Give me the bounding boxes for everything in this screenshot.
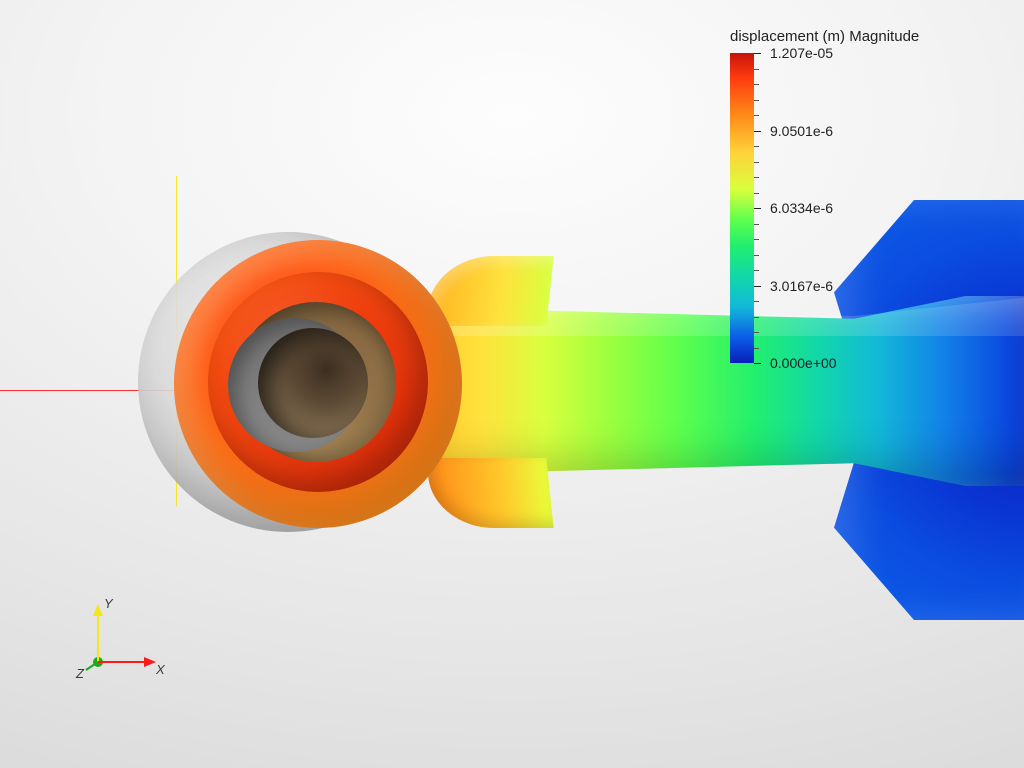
axis-z-label: Z — [75, 666, 85, 681]
legend-tick-max: 1.207e-05 — [770, 45, 833, 61]
legend-tick-min: 0.000e+00 — [770, 355, 837, 371]
render-viewport[interactable]: Y X Z displacement (m) Magnitude — [0, 0, 1024, 768]
part-fillet-top — [426, 256, 553, 326]
legend-tick-mid: 6.0334e-6 — [770, 200, 833, 216]
part-fillet-bottom — [426, 458, 553, 528]
legend-title: displacement (m) Magnitude — [730, 28, 920, 45]
part-bore — [258, 328, 368, 438]
legend-ticks — [754, 53, 768, 363]
legend-colorbar — [730, 53, 754, 363]
axis-y-arrow-icon — [93, 604, 103, 616]
legend-tick-q1: 3.0167e-6 — [770, 278, 833, 294]
axis-x-label: X — [155, 662, 166, 677]
color-legend[interactable]: displacement (m) Magnitude 1.207e-05 — [730, 28, 920, 363]
legend-tick-q3: 9.0501e-6 — [770, 123, 833, 139]
legend-body: 1.207e-05 9.0501e-6 6.0334e-6 3.0167e-6 … — [730, 53, 920, 363]
orientation-triad[interactable]: Y X Z — [78, 594, 166, 682]
axis-x-arrow-icon — [144, 657, 156, 667]
axis-y-label: Y — [104, 596, 114, 611]
